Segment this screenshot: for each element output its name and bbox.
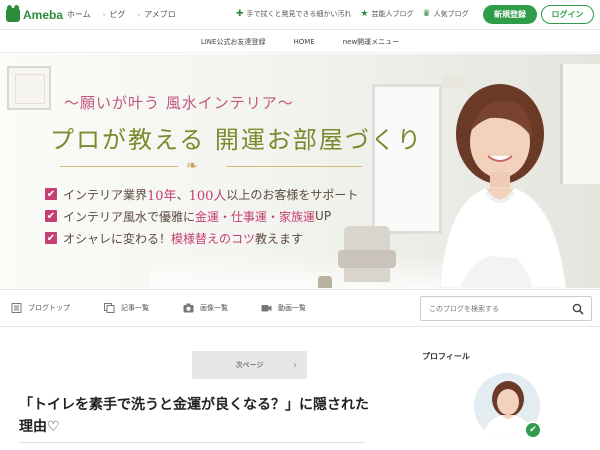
subnav-home[interactable]: HOME <box>293 38 314 46</box>
document-icon <box>11 303 22 313</box>
check-text: インテリア業界 <box>63 187 148 202</box>
chevron-right-icon: › <box>137 10 141 19</box>
login-button[interactable]: ログイン <box>541 5 594 24</box>
header-link-label: 手で拭くと発見できる細かい汚れ <box>246 10 352 18</box>
header-links: ✚ 手で拭くと発見できる細かい汚れ ★ 芸能人ブログ ♛ 人気ブログ <box>236 9 478 19</box>
hero-checklist: ✔ インテリア業界 10年、 100人 以上のお客様をサポート ✔ インテリア風水で優… <box>45 183 358 249</box>
ameba-logo[interactable]: Ameba <box>6 5 64 23</box>
blog-nav: ブログトップ 記事一覧 画像一覧 動画一覧 <box>0 289 600 327</box>
nav-image-list[interactable]: 画像一覧 <box>183 303 228 313</box>
check-text: UP <box>315 209 332 223</box>
nav-video-list[interactable]: 動画一覧 <box>261 303 306 313</box>
checklist-item: ✔ インテリア業界 10年、 100人 以上のお客様をサポート <box>45 183 358 205</box>
breadcrumb-label: ホーム <box>66 10 91 19</box>
next-page-button[interactable]: 次ページ › <box>192 351 307 379</box>
ornament-icon: ❧ <box>186 158 198 174</box>
checkbox-checked-icon: ✔ <box>45 188 57 200</box>
articles-icon <box>104 303 115 313</box>
divider <box>60 166 178 167</box>
hero-banner[interactable]: 〜願いが叶う 風水インテリア〜 プロが教える 開運お部屋づくり ❧ ✔ インテリ… <box>0 54 600 288</box>
crown-icon: ♛ <box>422 9 431 19</box>
check-text: 教えます <box>255 231 304 246</box>
breadcrumb-ameblo[interactable]: › アメブロ <box>137 9 175 20</box>
breadcrumb-home[interactable]: › ホーム <box>60 9 91 20</box>
search-icon[interactable] <box>572 303 584 315</box>
ameba-logo-icon <box>6 5 20 22</box>
nav-label: 記事一覧 <box>121 304 149 312</box>
hero-tagline: 〜願いが叶う 風水インテリア〜 <box>64 94 294 112</box>
nav-label: ブログトップ <box>28 304 70 312</box>
nav-article-list[interactable]: 記事一覧 <box>104 303 149 313</box>
divider <box>226 166 362 167</box>
header-link-label: 人気ブログ <box>433 10 469 18</box>
plant-image <box>318 276 332 288</box>
header-link-trending[interactable]: ✚ 手で拭くと発見できる細かい汚れ <box>236 9 351 19</box>
header-link-celebrity-blogs[interactable]: ★ 芸能人ブログ <box>360 9 413 19</box>
subnav-line-friend[interactable]: LINE公式お友達登録 <box>201 37 266 47</box>
check-text: 以上のお客様をサポート <box>226 187 359 202</box>
header-link-label: 芸能人ブログ <box>371 10 414 18</box>
video-camera-icon <box>261 305 272 312</box>
header-link-popular-blogs[interactable]: ♛ 人気ブログ <box>423 9 469 19</box>
check-text: インテリア風水で優雅に <box>63 209 196 224</box>
nav-label: 画像一覧 <box>200 304 228 312</box>
verified-check-icon: ✔ <box>524 421 542 439</box>
check-highlight: 100人 <box>188 188 227 204</box>
nav-blog-top[interactable]: ブログトップ <box>11 303 70 313</box>
register-button[interactable]: 新規登録 <box>483 5 537 24</box>
blog-header-nav: LINE公式お友達登録 HOME new開運メニュー <box>0 31 600 53</box>
check-highlight: 模様替えのコツ <box>171 231 256 246</box>
next-page-label: 次ページ <box>235 361 264 369</box>
subnav-new-menu[interactable]: new開運メニュー <box>343 37 399 47</box>
chevron-right-icon: › <box>102 10 106 19</box>
search-input[interactable] <box>421 304 561 313</box>
check-text: オシャレに変わる！ <box>63 231 172 246</box>
top-bar: Ameba › ホーム › ピグ › アメブロ ✚ 手で拭くと発見できる細かい汚れ ★ 芸… <box>0 0 600 30</box>
room-floor <box>150 254 450 288</box>
check-highlight: 10年 <box>147 188 177 204</box>
star-icon: ★ <box>360 9 369 19</box>
check-text: 、 <box>176 187 189 202</box>
breadcrumb-label: アメブロ <box>144 10 176 19</box>
logo-text: Ameba <box>23 8 64 22</box>
check-highlight: 金運・仕事運・家族運 <box>195 209 316 224</box>
blog-search[interactable] <box>420 296 592 321</box>
chevron-right-icon: › <box>293 359 297 371</box>
camera-icon <box>183 303 194 313</box>
wall-frame-image <box>7 66 51 110</box>
checklist-item: ✔ オシャレに変わる！ 模様替えのコツ 教えます <box>45 227 358 249</box>
nav-label: 動画一覧 <box>278 304 306 312</box>
breadcrumb: › ホーム › ピグ › アメブロ <box>60 9 188 20</box>
checkbox-checked-icon: ✔ <box>45 232 57 244</box>
checklist-item: ✔ インテリア風水で優雅に 金運・仕事運・家族運 UP <box>45 205 358 227</box>
chevron-right-icon: › <box>60 10 63 19</box>
checkbox-checked-icon: ✔ <box>45 210 57 222</box>
hero-headline: プロが教える 開運お部屋づくり <box>50 126 423 154</box>
plus-icon: ✚ <box>236 9 244 19</box>
profile-heading: プロフィール <box>422 352 470 361</box>
divider <box>19 442 365 443</box>
post-title[interactable]: 「トイレを素手で洗うと金運が良くなる？」に隠された理由♡ <box>19 394 369 438</box>
breadcrumb-label: ピグ <box>109 10 126 19</box>
hero-person-photo <box>439 84 567 288</box>
breadcrumb-pigg[interactable]: › ピグ <box>103 9 126 20</box>
